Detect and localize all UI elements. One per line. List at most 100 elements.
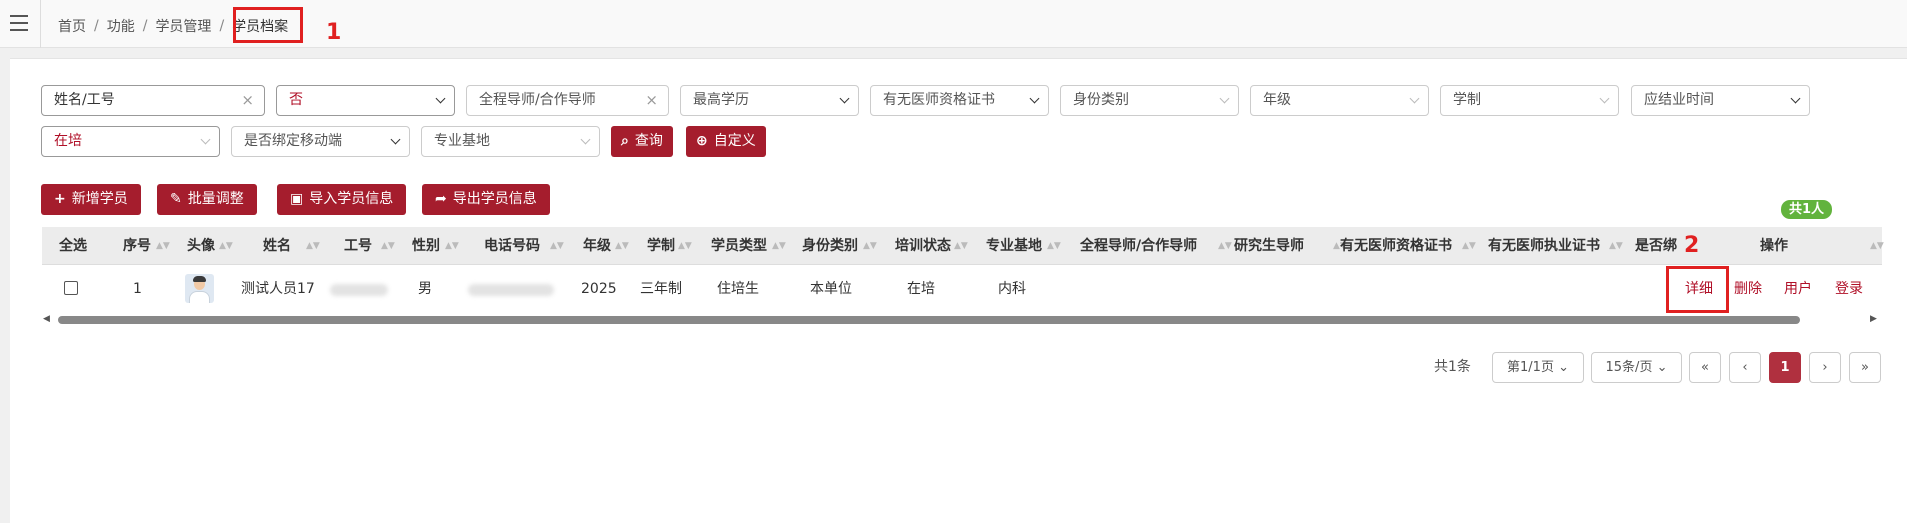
header-training-status[interactable]: 培训状态	[895, 227, 951, 265]
header-phone[interactable]: 电话号码	[484, 227, 540, 265]
export-button[interactable]: ➦ 导出学员信息	[422, 184, 550, 215]
training-status-value: 在培	[54, 133, 82, 149]
mobile-bound-select[interactable]: 是否绑定移动端	[231, 126, 410, 157]
mentor-input[interactable]: 全程导师/合作导师 ×	[466, 85, 669, 116]
sort-icon[interactable]: ▲▼	[1870, 227, 1884, 265]
clear-icon[interactable]: ×	[241, 86, 254, 115]
header-employee-id[interactable]: 工号	[344, 227, 372, 265]
program-select-value: 学制	[1453, 92, 1481, 108]
avatar	[185, 274, 214, 303]
next-page-button[interactable]: ›	[1809, 352, 1841, 383]
header-student-type[interactable]: 学员类型	[711, 227, 767, 265]
excel-file-icon: ▣	[290, 191, 304, 207]
breadcrumb-student-management[interactable]: 学员管理	[155, 16, 211, 36]
clear-icon[interactable]: ×	[645, 86, 658, 115]
header-program[interactable]: 学制	[647, 227, 675, 265]
header-index[interactable]: 序号	[123, 227, 151, 265]
last-page-button[interactable]: »	[1849, 352, 1881, 383]
graduation-time-select-value: 应结业时间	[1644, 92, 1714, 108]
query-button[interactable]: ⌕ 查询	[611, 126, 673, 157]
import-button[interactable]: ▣ 导入学员信息	[277, 184, 407, 215]
breadcrumb-separator: /	[142, 18, 148, 34]
sort-icon[interactable]: ▲▼	[550, 227, 564, 265]
header-grad-mentor[interactable]: 研究生导师	[1234, 227, 1304, 265]
prev-page-button[interactable]: ‹	[1729, 352, 1761, 383]
row-checkbox[interactable]	[64, 281, 78, 295]
sort-icon[interactable]: ▲▼	[1047, 227, 1061, 265]
base-select-value: 专业基地	[434, 133, 490, 149]
header-base[interactable]: 专业基地	[986, 227, 1042, 265]
graduation-time-select[interactable]: 应结业时间	[1631, 85, 1810, 116]
share-icon: ➦	[435, 191, 447, 207]
scroll-right-icon[interactable]: ▶	[1870, 313, 1877, 325]
identity-select-value: 身份类别	[1073, 92, 1129, 108]
sort-icon[interactable]: ▲▼	[678, 227, 692, 265]
horizontal-scrollbar[interactable]: ◀ ▶	[42, 313, 1882, 325]
first-page-button[interactable]: «	[1689, 352, 1721, 383]
training-status-select[interactable]: 在培	[41, 126, 220, 157]
header-qualification-cert[interactable]: 有无医师资格证书	[1340, 227, 1452, 265]
sort-icon[interactable]: ▲▼	[1609, 227, 1623, 265]
user-link[interactable]: 用户	[1784, 265, 1812, 313]
base-select[interactable]: 专业基地	[421, 126, 600, 157]
header-is-bound[interactable]: 是否绑	[1635, 227, 1677, 265]
scrollbar-thumb[interactable]	[58, 316, 1800, 324]
table-row: 1 测试人员17 男 2025 三年制 住培生 本单位 在培 内科 详细 删除 …	[42, 265, 1882, 313]
header-name[interactable]: 姓名	[263, 227, 291, 265]
breadcrumb-function[interactable]: 功能	[107, 16, 135, 36]
chevron-down-icon: ⌄	[1553, 360, 1569, 375]
hamburger-menu-icon[interactable]	[10, 15, 28, 31]
header-gender[interactable]: 性别	[412, 227, 440, 265]
total-count-badge: 共1人	[1781, 200, 1833, 219]
sort-icon[interactable]: ▲▼	[381, 227, 395, 265]
sort-icon[interactable]: ▲▼	[772, 227, 786, 265]
sort-icon[interactable]: ▲▼	[954, 227, 968, 265]
identity-select[interactable]: 身份类别	[1060, 85, 1239, 116]
program-select[interactable]: 学制	[1440, 85, 1619, 116]
sort-icon[interactable]: ▲▼	[219, 227, 233, 265]
sort-icon[interactable]: ▲▼	[445, 227, 459, 265]
cell-identity: 本单位	[810, 281, 852, 297]
header-grade[interactable]: 年级	[583, 227, 611, 265]
header-mentor[interactable]: 全程导师/合作导师	[1080, 227, 1197, 265]
header-practice-cert[interactable]: 有无医师执业证书	[1488, 227, 1600, 265]
name-id-input[interactable]: 姓名/工号 ×	[41, 85, 265, 116]
delete-link[interactable]: 删除	[1734, 265, 1762, 313]
sort-icon[interactable]: ▲▼	[863, 227, 877, 265]
breadcrumb-home[interactable]: 首页	[58, 16, 86, 36]
custom-button[interactable]: ⊕ 自定义	[686, 126, 766, 157]
bound-status-select[interactable]: 否	[276, 85, 455, 116]
login-link[interactable]: 登录	[1835, 265, 1863, 313]
breadcrumb-separator: /	[94, 18, 99, 34]
bound-status-value: 否	[289, 92, 303, 108]
annotation-number-2: 2	[1684, 233, 1700, 258]
sort-icon[interactable]: ▲▼	[1218, 227, 1232, 265]
cell-gender: 男	[418, 281, 432, 297]
header-identity[interactable]: 身份类别	[802, 227, 858, 265]
cell-name: 测试人员17	[241, 281, 315, 297]
cell-grade: 2025	[581, 281, 617, 297]
add-student-button[interactable]: + 新增学员	[41, 184, 141, 215]
export-label: 导出学员信息	[452, 191, 537, 207]
education-select[interactable]: 最高学历	[680, 85, 859, 116]
query-button-label: 查询	[634, 133, 663, 149]
page-1-button[interactable]: 1	[1769, 352, 1801, 383]
pagination-total: 共1条	[1434, 359, 1471, 375]
page-select[interactable]: 第1/1页 ⌄	[1492, 352, 1584, 383]
batch-adjust-button[interactable]: ✎ 批量调整	[157, 184, 257, 215]
sort-icon[interactable]: ▲▼	[306, 227, 320, 265]
cell-employee-id-blurred	[330, 284, 388, 296]
physician-cert-select[interactable]: 有无医师资格证书	[870, 85, 1049, 116]
divider	[40, 0, 41, 48]
header-select-all[interactable]: 全选	[59, 227, 87, 265]
sort-icon[interactable]: ▲▼	[156, 227, 170, 265]
scroll-left-icon[interactable]: ◀	[43, 313, 50, 325]
sort-icon[interactable]: ▲▼	[1462, 227, 1476, 265]
page-size-select[interactable]: 15条/页 ⌄	[1591, 352, 1682, 383]
cell-program: 三年制	[640, 281, 682, 297]
batch-adjust-label: 批量调整	[187, 191, 244, 207]
grade-select[interactable]: 年级	[1250, 85, 1429, 116]
mentor-input-placeholder: 全程导师/合作导师	[479, 92, 596, 108]
highlight-box-2	[1666, 266, 1729, 313]
sort-icon[interactable]: ▲▼	[615, 227, 629, 265]
